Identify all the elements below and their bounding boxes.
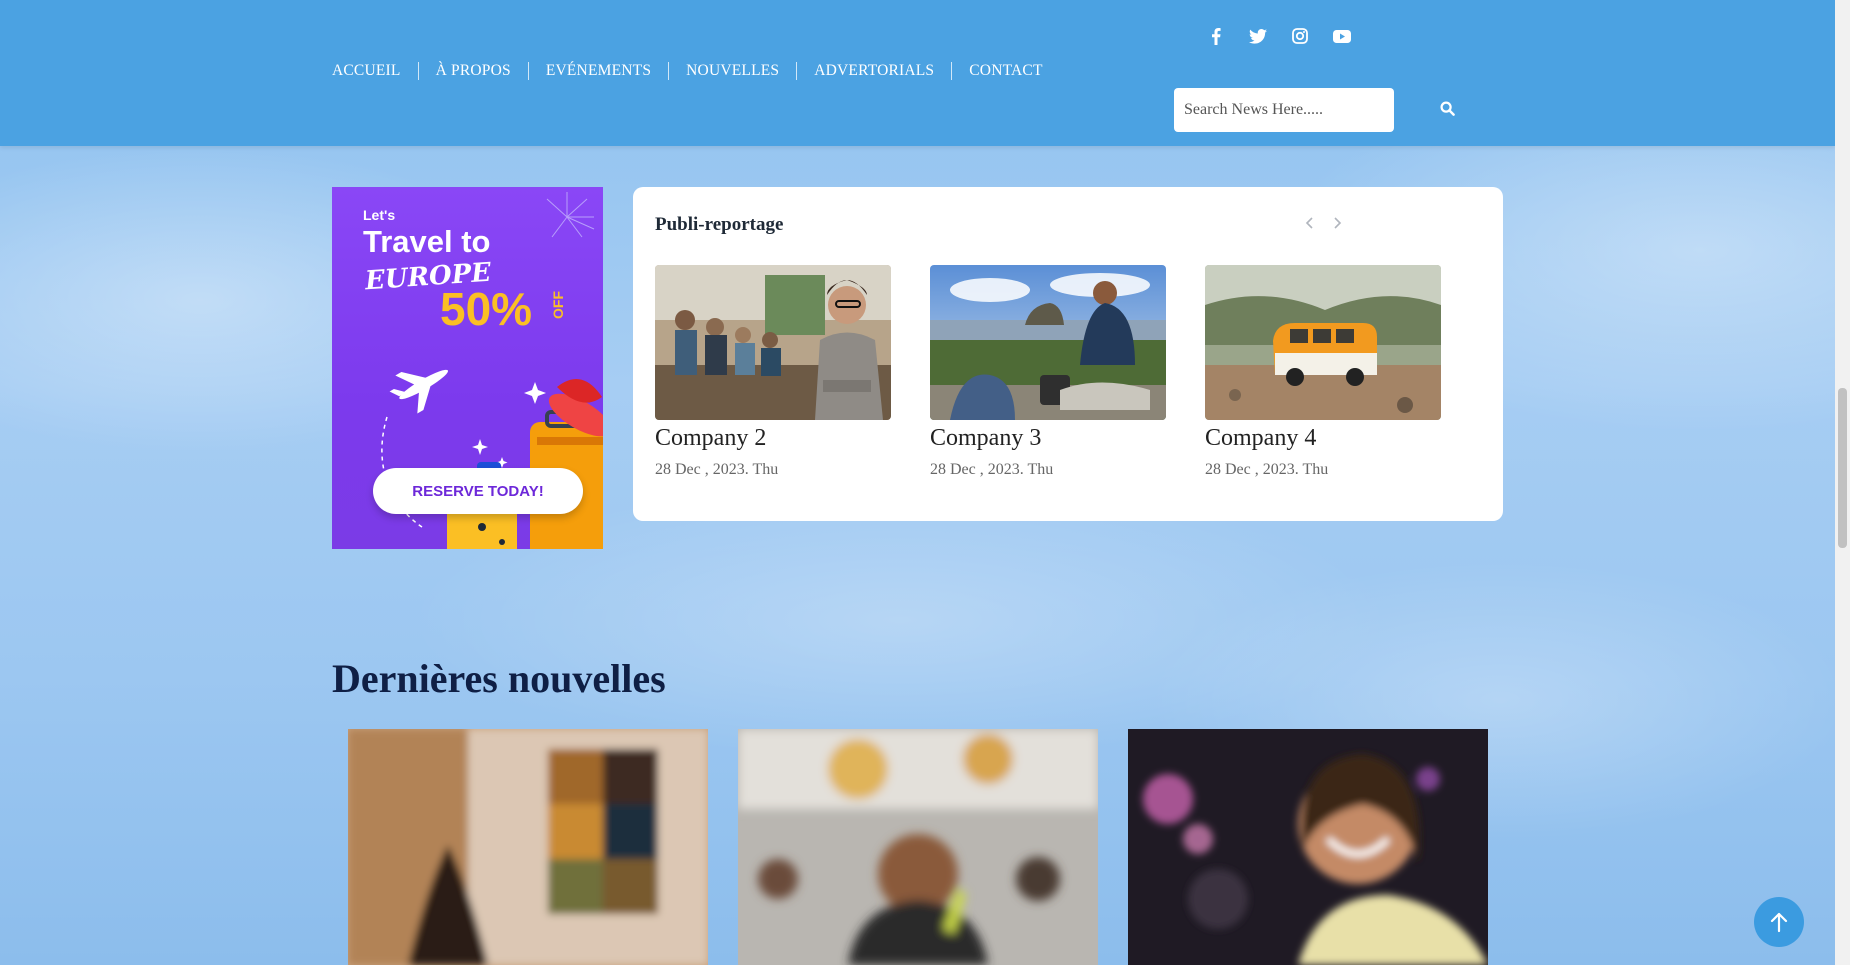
nav-item-advertorials[interactable]: ADVERTORIALS <box>796 62 951 80</box>
publi-card[interactable]: Company 3 28 Dec , 2023. Thu <box>930 265 1166 479</box>
twitter-icon[interactable] <box>1248 26 1268 46</box>
main-nav: ACCUEIL À PROPOS EVÉNEMENTS NOUVELLES AD… <box>332 62 1060 80</box>
card-date: 28 Dec , 2023. Thu <box>655 461 779 478</box>
youtube-icon[interactable] <box>1332 26 1352 46</box>
news-card[interactable] <box>348 729 708 965</box>
instagram-icon[interactable] <box>1290 26 1310 46</box>
chevron-right-icon[interactable] <box>1328 214 1346 232</box>
news-image <box>738 729 1098 965</box>
ad-discount: 50% OFF <box>440 285 582 333</box>
search-icon[interactable] <box>1440 101 1458 119</box>
arrow-up-icon <box>1770 912 1788 933</box>
back-to-top-button[interactable] <box>1754 897 1804 947</box>
news-image <box>1128 729 1488 965</box>
card-image[interactable] <box>930 265 1166 420</box>
latest-news-title: Dernières nouvelles <box>332 656 666 701</box>
page-scrollbar[interactable] <box>1835 0 1850 965</box>
card-image[interactable] <box>655 265 891 420</box>
card-image[interactable] <box>1205 265 1441 420</box>
site-header: ACCUEIL À PROPOS EVÉNEMENTS NOUVELLES AD… <box>0 0 1835 146</box>
ad-travel-text: Travel to <box>363 224 491 259</box>
news-card[interactable] <box>1128 729 1488 965</box>
search-input[interactable] <box>1174 88 1394 132</box>
publi-card[interactable]: Company 4 28 Dec , 2023. Thu <box>1205 265 1441 479</box>
ad-lets-text: Let's <box>363 207 396 223</box>
news-image <box>348 729 708 965</box>
nav-item-contact[interactable]: CONTACT <box>951 62 1059 80</box>
facebook-icon[interactable] <box>1206 26 1226 46</box>
nav-item-accueil[interactable]: ACCUEIL <box>332 62 418 80</box>
publi-reportage-panel: Publi-reportage Company 2 28 Dec , 2023.… <box>633 187 1503 521</box>
ad-discount-value: 50% <box>440 283 533 335</box>
news-card[interactable] <box>738 729 1098 965</box>
card-title[interactable]: Company 3 <box>930 423 1166 453</box>
nav-item-evenements[interactable]: EVÉNEMENTS <box>527 62 668 80</box>
ad-off-text: OFF <box>550 291 567 319</box>
nav-item-nouvelles[interactable]: NOUVELLES <box>668 62 796 80</box>
card-title[interactable]: Company 4 <box>1205 423 1441 453</box>
nav-item-a-propos[interactable]: À PROPOS <box>417 62 528 80</box>
card-date: 28 Dec , 2023. Thu <box>1205 461 1329 478</box>
social-links <box>1206 26 1352 46</box>
panel-title: Publi-reportage <box>655 214 784 235</box>
chevron-left-icon[interactable] <box>1301 214 1319 232</box>
card-title[interactable]: Company 2 <box>655 423 891 453</box>
card-date: 28 Dec , 2023. Thu <box>930 461 1054 478</box>
reserve-today-button[interactable]: RESERVE TODAY! <box>373 468 583 514</box>
publi-card[interactable]: Company 2 28 Dec , 2023. Thu <box>655 265 891 479</box>
travel-ad-banner[interactable]: Let's Travel to EUROPE 50% OFF RESERVE T… <box>332 187 603 549</box>
scrollbar-thumb[interactable] <box>1838 388 1847 548</box>
